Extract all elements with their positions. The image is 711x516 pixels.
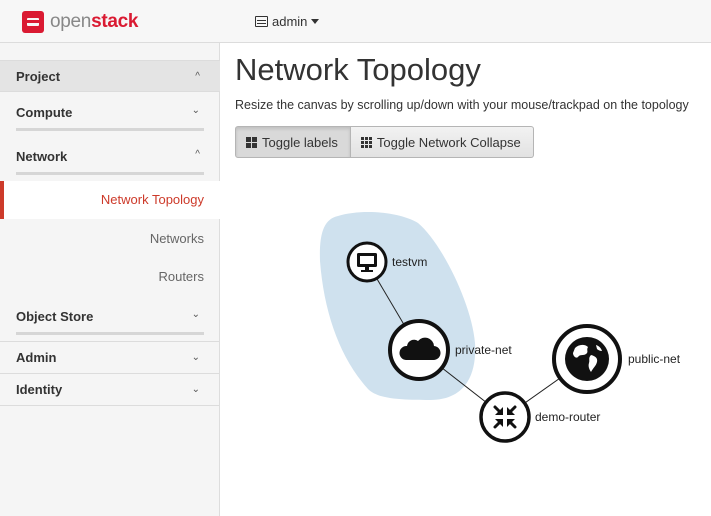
top-navbar: openstack admin xyxy=(0,0,711,43)
chevron-up-icon: ^ xyxy=(195,70,200,82)
globe-icon xyxy=(565,337,609,381)
project-switcher-label: admin xyxy=(272,14,308,29)
sidebar-group-compute[interactable]: Compute ⌄ xyxy=(0,105,220,137)
divider xyxy=(0,405,219,406)
caret-down-icon xyxy=(311,19,320,24)
node-label-public-net: public-net xyxy=(628,352,681,366)
topology-canvas[interactable]: testvm private-net public-net demo-route… xyxy=(220,43,711,516)
sidebar-group-network[interactable]: Network ^ xyxy=(0,149,220,181)
openstack-logo[interactable]: openstack xyxy=(22,10,138,34)
openstack-logo-icon xyxy=(22,11,44,33)
sidebar-section-label: Project xyxy=(16,68,61,84)
chevron-down-icon: ⌄ xyxy=(191,351,200,363)
chevron-down-icon: ⌄ xyxy=(191,309,200,320)
group-underline xyxy=(16,332,204,335)
project-switcher[interactable]: admin xyxy=(255,14,320,29)
chevron-up-icon: ^ xyxy=(195,149,200,160)
sidebar-group-object-store[interactable]: Object Store ⌄ xyxy=(0,309,220,341)
sidebar-item-routers[interactable]: Routers xyxy=(0,258,220,296)
node-public-net[interactable]: public-net xyxy=(552,324,681,394)
sidebar-item-networks[interactable]: Networks xyxy=(0,220,220,258)
logo-text: openstack xyxy=(50,11,138,33)
node-label-testvm: testvm xyxy=(392,255,427,269)
node-demo-router[interactable]: demo-router xyxy=(479,391,600,443)
logo-text-light: open xyxy=(50,11,92,32)
sidebar-section-project[interactable]: Project ^ xyxy=(0,60,220,92)
logo-text-bold: stack xyxy=(91,11,139,32)
sidebar-section-admin[interactable]: Admin ⌄ xyxy=(0,341,220,373)
sidebar-section-label: Identity xyxy=(16,381,63,397)
node-label-demo-router: demo-router xyxy=(535,410,600,424)
sidebar-item-network-topology[interactable]: Network Topology xyxy=(0,181,220,219)
sidebar-group-label: Object Store xyxy=(16,309,94,324)
group-underline xyxy=(16,172,204,175)
group-underline xyxy=(16,128,204,131)
server-icon xyxy=(255,16,268,27)
chevron-down-icon: ⌄ xyxy=(191,383,200,395)
node-label-private-net: private-net xyxy=(455,343,512,357)
sidebar: Project ^ Compute ⌄ Network ^ Network To… xyxy=(0,43,220,516)
chevron-down-icon: ⌄ xyxy=(191,105,200,116)
main-content: Network Topology Resize the canvas by sc… xyxy=(220,43,711,516)
sidebar-group-label: Compute xyxy=(16,105,73,120)
sidebar-section-identity[interactable]: Identity ⌄ xyxy=(0,373,220,405)
sidebar-section-label: Admin xyxy=(16,349,57,365)
sidebar-group-label: Network xyxy=(16,149,68,164)
